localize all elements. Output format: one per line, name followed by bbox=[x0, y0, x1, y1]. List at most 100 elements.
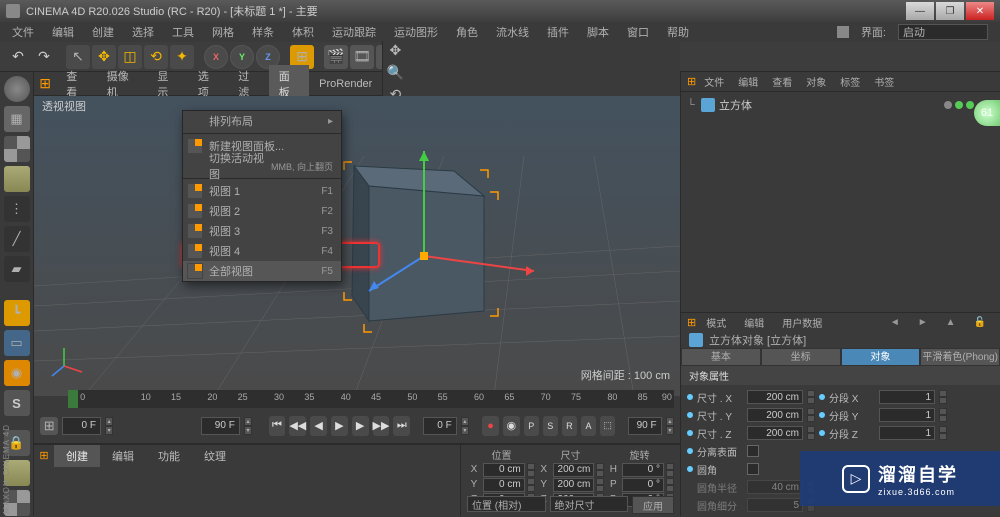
size-y-field[interactable]: 200 cm bbox=[747, 408, 803, 422]
timeline-ruler[interactable]: 0 10 15 20 25 30 35 40 45 50 55 60 65 70… bbox=[68, 390, 674, 408]
redo-button[interactable]: ↷ bbox=[32, 45, 56, 69]
material-icon[interactable]: ⊞ bbox=[34, 447, 54, 465]
tl-autokey[interactable]: ◉ bbox=[503, 416, 520, 436]
tl-play[interactable]: ▶ bbox=[331, 416, 348, 436]
tl-cur-spinner[interactable]: ▴▾ bbox=[461, 417, 469, 435]
size-mode-select[interactable]: 绝对尺寸 bbox=[550, 496, 629, 512]
viewport-zoom-icon[interactable]: 🔍 bbox=[383, 63, 407, 83]
menu-mograph[interactable]: 运动图形 bbox=[386, 22, 446, 42]
menu-file[interactable]: 文件 bbox=[4, 22, 42, 42]
menu-pipeline[interactable]: 流水线 bbox=[488, 22, 537, 42]
menu-character[interactable]: 角色 bbox=[448, 22, 486, 42]
attrtab-userdata[interactable]: 用户数据 bbox=[774, 313, 830, 332]
objtab-tags[interactable]: 标签 bbox=[834, 72, 866, 91]
anim-dot[interactable] bbox=[687, 394, 693, 400]
attr-nav-fwd[interactable]: ► bbox=[910, 315, 936, 330]
menu-arrange-layout[interactable]: 排列布局 ▸ bbox=[183, 111, 341, 131]
btab-edit[interactable]: 编辑 bbox=[100, 445, 146, 467]
render-pv-button[interactable]: 🎞 bbox=[350, 45, 374, 69]
window-close-button[interactable]: ✕ bbox=[966, 2, 994, 20]
menu-tools[interactable]: 工具 bbox=[164, 22, 202, 42]
btab-function[interactable]: 功能 bbox=[146, 445, 192, 467]
object-row-cube[interactable]: └ 立方体 bbox=[687, 96, 994, 114]
btab-create[interactable]: 创建 bbox=[54, 445, 100, 467]
anim-dot[interactable] bbox=[687, 412, 693, 418]
menu-view-1[interactable]: 视图 1 F1 bbox=[183, 181, 341, 201]
menu-view-4[interactable]: 视图 4 F4 bbox=[183, 241, 341, 261]
layer-dot[interactable] bbox=[944, 101, 952, 109]
tl-goto-end[interactable]: ⏭ bbox=[393, 416, 410, 436]
attr-lock-icon[interactable]: 🔓 bbox=[966, 315, 994, 330]
timeline-marker[interactable] bbox=[68, 390, 78, 408]
pos-x-field[interactable]: 0 cm bbox=[483, 463, 525, 477]
size-x-field[interactable]: 200 cm bbox=[553, 463, 595, 477]
viewport-pan-icon[interactable]: ✥ bbox=[383, 41, 407, 61]
menu-view-all[interactable]: 全部视图 F5 bbox=[183, 261, 341, 281]
anim-dot[interactable] bbox=[819, 430, 825, 436]
tl-prev-frame[interactable]: ◀ bbox=[310, 416, 327, 436]
anim-dot[interactable] bbox=[687, 448, 693, 454]
coord-mode-select[interactable]: 位置 (相对) bbox=[467, 496, 546, 512]
objtab-file[interactable]: 文件 bbox=[698, 72, 730, 91]
tl-current-field[interactable]: 0 F bbox=[423, 417, 456, 435]
anim-dot[interactable] bbox=[687, 466, 693, 472]
viewport-solo-button[interactable]: ▭ bbox=[4, 330, 30, 356]
tl-prev-key[interactable]: ◀◀ bbox=[289, 416, 306, 436]
size-x-field[interactable]: 200 cm bbox=[747, 390, 803, 404]
objtab-object[interactable]: 对象 bbox=[800, 72, 832, 91]
menu-motiontrack[interactable]: 运动跟踪 bbox=[324, 22, 384, 42]
menu-toggle-view[interactable]: 切换活动视图 MMB, 向上翻页 bbox=[183, 156, 341, 176]
make-editable-button[interactable] bbox=[4, 76, 30, 102]
tl-end2-spinner[interactable]: ▴▾ bbox=[666, 417, 674, 435]
pos-y-field[interactable]: 0 cm bbox=[483, 478, 525, 492]
attrtab-object[interactable]: 对象 bbox=[841, 348, 921, 366]
fillet-checkbox[interactable] bbox=[747, 463, 759, 475]
menu-edit[interactable]: 编辑 bbox=[44, 22, 82, 42]
seg-y-field[interactable]: 1 bbox=[879, 408, 935, 422]
menu-script[interactable]: 脚本 bbox=[579, 22, 617, 42]
tl-end-spinner[interactable]: ▴▾ bbox=[244, 417, 252, 435]
menu-create[interactable]: 创建 bbox=[84, 22, 122, 42]
snap-button[interactable]: ◉ bbox=[4, 360, 30, 386]
material-area[interactable] bbox=[34, 466, 460, 516]
size-z-field[interactable]: 200 cm bbox=[747, 426, 803, 440]
layout-dropdown[interactable]: 启动 bbox=[898, 24, 988, 40]
tl-key-r[interactable]: R bbox=[562, 416, 577, 436]
texture-mode-button[interactable] bbox=[4, 136, 30, 162]
apply-button[interactable]: 应用 bbox=[632, 496, 674, 514]
menu-plugins[interactable]: 插件 bbox=[539, 22, 577, 42]
attrtab-edit[interactable]: 编辑 bbox=[736, 313, 772, 332]
menu-volume[interactable]: 体积 bbox=[284, 22, 322, 42]
size-y-field[interactable]: 200 cm bbox=[553, 478, 595, 492]
tl-end2-field[interactable]: 90 F bbox=[628, 417, 661, 435]
objtab-edit[interactable]: 编辑 bbox=[732, 72, 764, 91]
tl-start-spinner[interactable]: ▴▾ bbox=[105, 417, 113, 435]
objtab-bookmarks[interactable]: 书签 bbox=[868, 72, 900, 91]
vtab-prorender[interactable]: ProRender bbox=[309, 75, 382, 93]
rot-h-field[interactable]: 0 ° bbox=[622, 463, 664, 477]
edge-mode-button[interactable]: ╱ bbox=[4, 226, 30, 252]
menu-mesh[interactable]: 网格 bbox=[204, 22, 242, 42]
tl-start-field[interactable]: 0 F bbox=[62, 417, 101, 435]
seg-z-field[interactable]: 1 bbox=[879, 426, 935, 440]
attr-nav-up[interactable]: ▲ bbox=[938, 315, 964, 330]
enable-axis-button[interactable]: ┗ bbox=[4, 300, 30, 326]
tl-key-pla[interactable]: ⬚ bbox=[600, 416, 615, 436]
object-tree[interactable]: └ 立方体 bbox=[681, 92, 1000, 312]
tl-icon[interactable]: ⊞ bbox=[40, 417, 58, 435]
menu-spline[interactable]: 样条 bbox=[244, 22, 282, 42]
window-max-button[interactable]: ❐ bbox=[936, 2, 964, 20]
window-min-button[interactable]: — bbox=[906, 2, 934, 20]
tl-next-frame[interactable]: ▶ bbox=[352, 416, 369, 436]
render-view-button[interactable]: 🎬 bbox=[324, 45, 348, 69]
rot-p-field[interactable]: 0 ° bbox=[622, 478, 664, 492]
seg-x-field[interactable]: 1 bbox=[879, 390, 935, 404]
point-mode-button[interactable]: ⋮ bbox=[4, 196, 30, 222]
model-mode-button[interactable]: ▦ bbox=[4, 106, 30, 132]
objtab-view[interactable]: 查看 bbox=[766, 72, 798, 91]
attr-nav-back[interactable]: ◄ bbox=[882, 315, 908, 330]
tree-arrow-icon[interactable]: └ bbox=[687, 99, 697, 111]
menu-window[interactable]: 窗口 bbox=[619, 22, 657, 42]
menu-help[interactable]: 帮助 bbox=[659, 22, 697, 42]
tl-next-key[interactable]: ▶▶ bbox=[373, 416, 390, 436]
